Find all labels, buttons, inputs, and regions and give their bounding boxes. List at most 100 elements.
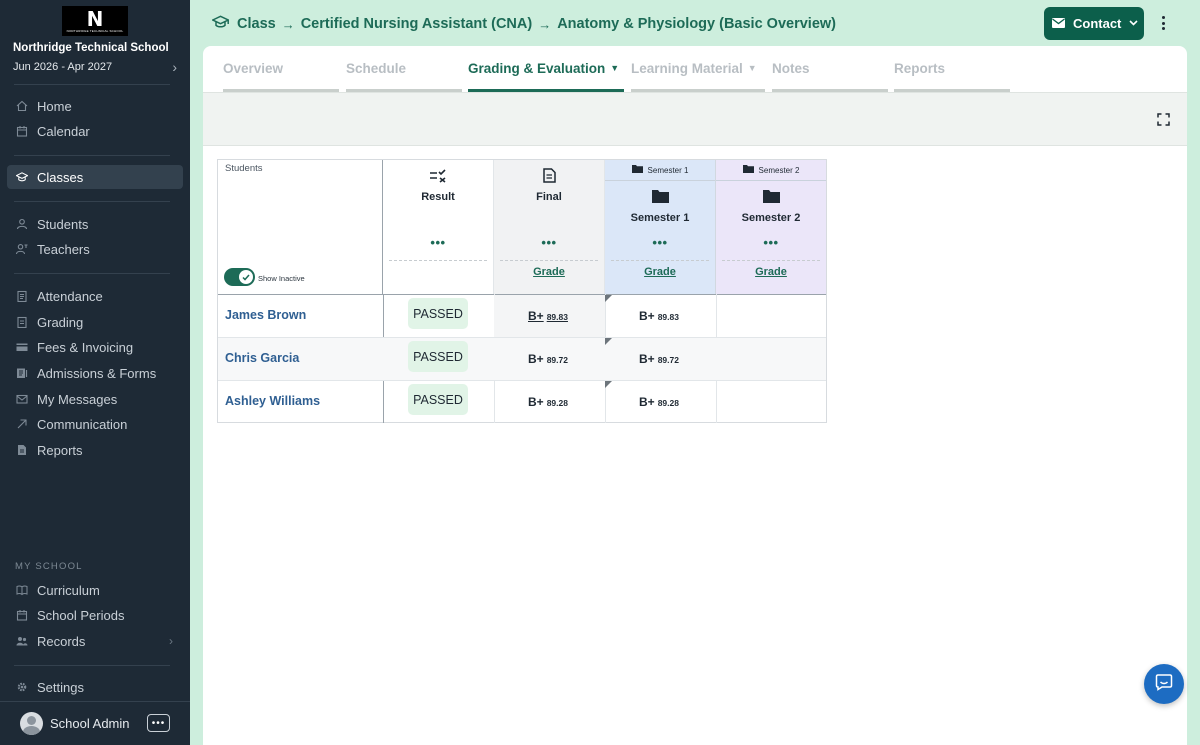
section-label-my-school: MY SCHOOL [15, 561, 83, 572]
column-name: Semester 1 [630, 212, 690, 224]
group-tag-semester-2: Semester 2 [716, 160, 826, 181]
caret-down-icon: ▼ [747, 63, 757, 73]
breadcrumb-program[interactable]: Certified Nursing Assistant (CNA) [301, 16, 532, 32]
semester-1-grade[interactable]: B+ 89.72 [639, 352, 679, 366]
student-name-link[interactable]: Chris Garcia [225, 351, 299, 365]
tab-reports[interactable]: Reports [894, 61, 1010, 92]
tab-label: Learning Material [631, 61, 743, 76]
column-options-button[interactable]: ••• [716, 236, 826, 249]
contact-button[interactable]: Contact [1044, 7, 1144, 40]
logo-subtext: NORTHRIDGE TECHNICAL SCHOOL [66, 29, 124, 33]
column-options-button[interactable]: ••• [605, 236, 715, 249]
sidebar-item-school-periods[interactable]: School Periods [7, 603, 183, 627]
sidebar-item-calendar[interactable]: Calendar [7, 119, 183, 143]
sidebar-item-my-messages[interactable]: My Messages [7, 387, 183, 411]
calendar-icon [16, 125, 28, 137]
fullscreen-icon[interactable] [1157, 113, 1170, 126]
graduation-cap-icon [211, 15, 230, 33]
tab-label: Grading & Evaluation [468, 61, 606, 76]
grade-letter: B+ [528, 309, 544, 323]
sidebar-item-label: Settings [37, 679, 84, 695]
semester-1-grade[interactable]: B+ 89.28 [639, 395, 679, 409]
more-vertical-icon[interactable] [1158, 13, 1168, 33]
sidebar-item-home[interactable]: Home [7, 94, 183, 118]
school-name: Northridge Technical School [13, 42, 169, 54]
cell-comment-marker [605, 295, 612, 302]
divider [218, 380, 826, 381]
home-icon [16, 100, 28, 112]
logo-mark: N [86, 7, 104, 31]
book-icon [16, 584, 28, 596]
chat-support-button[interactable] [1144, 664, 1184, 704]
result-badge: PASSED [408, 341, 468, 372]
tab-schedule[interactable]: Schedule [346, 61, 462, 92]
sidebar-item-label: Students [37, 216, 89, 232]
grade-link[interactable]: Grade [605, 266, 715, 278]
breadcrumb: Class → Certified Nursing Assistant (CNA… [211, 15, 836, 33]
column-name: Semester 2 [741, 212, 801, 224]
tab-label: Reports [894, 61, 946, 76]
cell-comment-marker [605, 381, 612, 388]
column-header-final: Final ••• Grade [494, 160, 605, 294]
main-content: Overview Schedule Grading & Evaluation ▼ … [203, 46, 1187, 745]
grade-table: Students Show Inactive Result ••• Final … [217, 159, 827, 423]
tab-notes[interactable]: Notes [772, 61, 888, 92]
grading-icon [16, 316, 28, 328]
user-more-button[interactable]: ••• [147, 714, 170, 732]
tab-bar: Overview Schedule Grading & Evaluation ▼ … [203, 46, 1187, 92]
sidebar-item-label: Classes [37, 169, 84, 185]
grade-link[interactable]: Grade [716, 266, 826, 278]
tab-learning-material[interactable]: Learning Material ▼ [631, 61, 765, 92]
table-row [218, 338, 826, 380]
grading-toolbar [203, 92, 1187, 146]
arrow-right-icon: → [281, 16, 295, 32]
result-badge: PASSED [408, 298, 468, 329]
user-menu[interactable]: School Admin ••• [0, 701, 190, 745]
grade-letter: B+ [528, 395, 544, 409]
student-name-link[interactable]: James Brown [225, 308, 306, 322]
tab-grading-evaluation[interactable]: Grading & Evaluation ▼ [468, 61, 624, 92]
sidebar-item-settings[interactable]: Settings [7, 675, 183, 699]
grade-score: 89.28 [657, 398, 679, 408]
sidebar-item-classes[interactable]: Classes [7, 165, 183, 189]
divider [14, 273, 170, 274]
sidebar-item-label: Attendance [37, 288, 103, 304]
sidebar-item-reports[interactable]: Reports [7, 438, 183, 462]
show-inactive-toggle[interactable] [224, 268, 255, 286]
sidebar-item-fees-invoicing[interactable]: Fees & Invoicing [7, 335, 183, 359]
graduation-cap-icon [16, 171, 28, 183]
breadcrumb-class[interactable]: Class [237, 16, 276, 32]
column-options-button[interactable]: ••• [494, 236, 604, 249]
sidebar-item-students[interactable]: Students [7, 212, 183, 236]
sidebar-item-communication[interactable]: Communication [7, 412, 183, 436]
school-period-selector[interactable]: Jun 2026 - Apr 2027 › [13, 59, 177, 75]
tab-label: Overview [223, 61, 284, 76]
school-period-label: Jun 2026 - Apr 2027 [13, 61, 113, 73]
column-name: Result [421, 191, 455, 203]
divider [389, 260, 487, 261]
sidebar-item-records[interactable]: Records › [7, 629, 183, 653]
sidebar-item-admissions-forms[interactable]: Admissions & Forms [7, 361, 183, 385]
final-grade[interactable]: B+ 89.83 [528, 309, 568, 323]
header: Class → Certified Nursing Assistant (CNA… [190, 0, 1200, 46]
semester-1-grade[interactable]: B+ 89.83 [639, 309, 679, 323]
sidebar-item-teachers[interactable]: Teachers [7, 237, 183, 261]
folder-icon [716, 190, 826, 203]
chevron-right-icon: › [169, 634, 173, 648]
final-grade[interactable]: B+ 89.72 [528, 352, 568, 366]
cell-comment-marker [605, 338, 612, 345]
sidebar-item-label: Records [37, 633, 86, 649]
student-name-link[interactable]: Ashley Williams [225, 394, 320, 408]
divider [14, 665, 170, 666]
sidebar-item-curriculum[interactable]: Curriculum [7, 578, 183, 602]
sidebar-item-grading[interactable]: Grading [7, 310, 183, 334]
tab-overview[interactable]: Overview [223, 61, 339, 92]
column-options-button[interactable]: ••• [383, 236, 493, 249]
grade-letter: B+ [639, 395, 655, 409]
sidebar-item-label: Calendar [37, 123, 90, 139]
final-grade[interactable]: B+ 89.28 [528, 395, 568, 409]
sidebar-item-attendance[interactable]: Attendance [7, 284, 183, 308]
grade-link[interactable]: Grade [494, 266, 604, 278]
sidebar-item-label: Grading [37, 314, 84, 330]
records-icon [16, 635, 28, 647]
